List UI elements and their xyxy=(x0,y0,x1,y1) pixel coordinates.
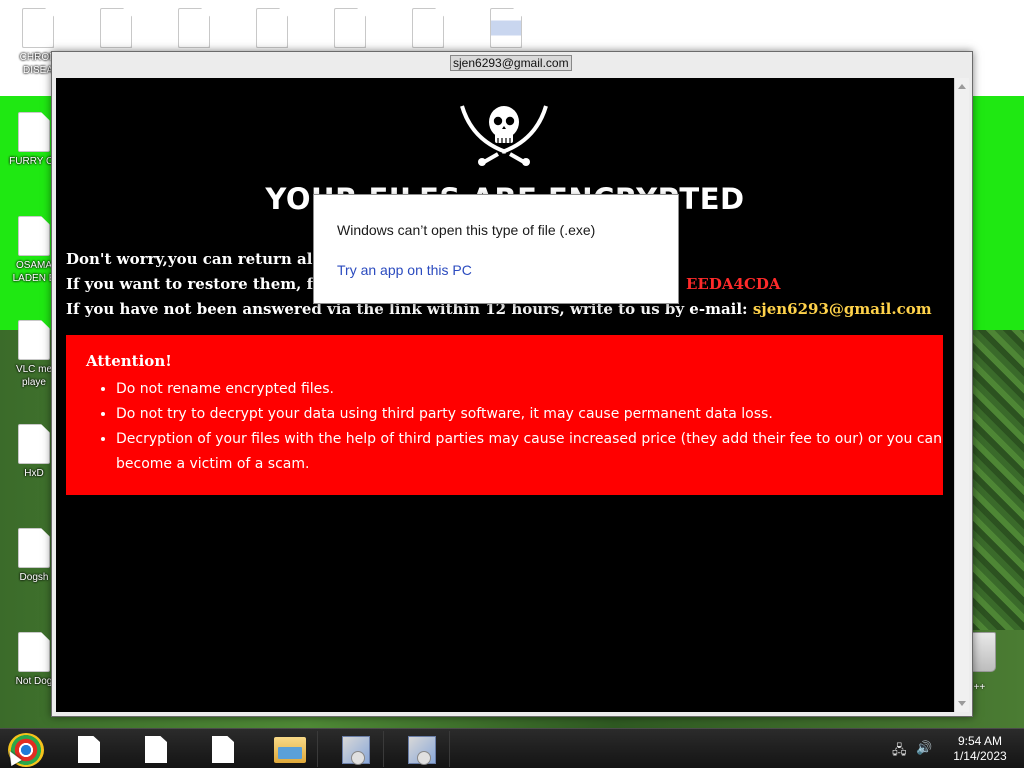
network-icon[interactable]: 🖧 xyxy=(892,741,907,763)
desktop-icon-file[interactable] xyxy=(320,8,380,51)
contact-email: sjen6293@gmail.com xyxy=(752,300,932,318)
document-icon xyxy=(145,736,167,763)
attention-item: Decryption of your files with the help o… xyxy=(116,427,946,477)
victim-id: EEDA4CDA xyxy=(686,275,781,293)
volume-icon[interactable]: 🔊 xyxy=(916,741,932,756)
taskbar-file-button[interactable] xyxy=(125,731,181,767)
ransom-note-content: YOUR FILES ARE ENCRYPTED Don't worry,you… xyxy=(56,78,954,712)
document-icon xyxy=(22,8,54,48)
skull-crossed-swords-icon xyxy=(460,105,548,166)
document-icon xyxy=(18,112,50,152)
installer-icon xyxy=(408,736,436,765)
ransom-line-2: If you want to restore them, follo xyxy=(66,275,345,293)
attention-box: Attention! Do not rename encrypted files… xyxy=(66,335,943,495)
document-icon xyxy=(18,528,50,568)
window-title: sjen6293@gmail.com xyxy=(450,55,572,71)
document-icon xyxy=(18,424,50,464)
document-icon xyxy=(100,8,132,48)
document-icon xyxy=(18,320,50,360)
system-tray: 🖧 🔊 xyxy=(890,741,940,758)
folder-icon xyxy=(274,737,306,763)
scroll-down-icon[interactable] xyxy=(958,701,966,706)
taskbar-explorer-button[interactable] xyxy=(262,731,318,767)
desktop-icon-file[interactable] xyxy=(86,8,146,51)
desktop-icon-file[interactable] xyxy=(164,8,224,51)
scroll-up-icon[interactable] xyxy=(958,84,966,89)
try-app-link[interactable]: Try an app on this PC xyxy=(337,262,472,278)
clock-time: 9:54 AM xyxy=(957,734,1003,748)
attention-item: Do not rename encrypted files. xyxy=(116,377,946,402)
taskbar-installer-button[interactable] xyxy=(328,731,384,767)
desktop-icon-script[interactable] xyxy=(476,8,536,51)
attention-title: Attention! xyxy=(86,352,172,370)
taskbar-file-button[interactable] xyxy=(192,731,248,767)
document-icon xyxy=(178,8,210,48)
document-icon xyxy=(412,8,444,48)
taskbar: 🖧 🔊 9:54 AM 1/14/2023 xyxy=(0,728,1024,768)
script-file-icon xyxy=(490,8,522,48)
clock[interactable]: 9:54 AM 1/14/2023 xyxy=(940,734,1020,764)
document-icon xyxy=(18,632,50,672)
wallpaper-foliage xyxy=(972,330,1024,630)
taskbar-installer-button[interactable] xyxy=(394,731,450,767)
attention-list: Do not rename encrypted files. Do not tr… xyxy=(116,377,946,477)
taskbar-file-button[interactable] xyxy=(58,731,114,767)
vertical-scrollbar[interactable] xyxy=(954,78,969,712)
document-icon xyxy=(256,8,288,48)
document-icon xyxy=(18,216,50,256)
open-with-dialog: Windows can’t open this type of file (.e… xyxy=(313,194,679,304)
desktop-icon-file[interactable] xyxy=(398,8,458,51)
document-icon xyxy=(334,8,366,48)
ransom-line-1: Don't worry,you can return all yo xyxy=(66,250,343,268)
desktop-icon-file[interactable] xyxy=(242,8,302,51)
installer-icon xyxy=(342,736,370,765)
attention-item: Do not try to decrypt your data using th… xyxy=(116,402,946,427)
document-icon xyxy=(78,736,100,763)
dialog-message: Windows can’t open this type of file (.e… xyxy=(337,222,596,238)
clock-date: 1/14/2023 xyxy=(953,749,1007,763)
document-icon xyxy=(212,736,234,763)
